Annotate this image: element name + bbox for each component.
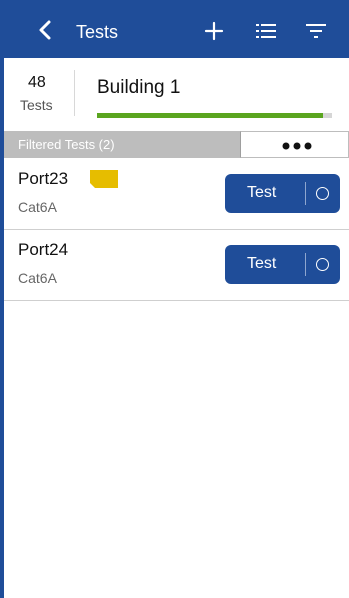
filter-label-box: Filtered Tests (2): [4, 131, 240, 158]
test-row[interactable]: Port24 Cat6A Test: [4, 230, 349, 301]
filter-bar: Filtered Tests (2): [4, 131, 349, 158]
test-button[interactable]: Test: [225, 174, 340, 213]
port-name: Port24: [18, 240, 69, 259]
add-icon[interactable]: [203, 20, 225, 42]
test-button-label: Test: [247, 255, 277, 272]
button-divider: [305, 253, 306, 276]
cable-type: Cat6A: [18, 199, 57, 215]
test-count-label: Tests: [20, 97, 53, 113]
cable-type: Cat6A: [18, 270, 57, 286]
summary-card[interactable]: 48 Tests Building 1: [4, 58, 349, 130]
progress-bar: [97, 113, 332, 118]
button-divider: [305, 182, 306, 205]
location-name: Building 1: [97, 77, 181, 98]
test-button[interactable]: Test: [225, 245, 340, 284]
more-button[interactable]: [240, 131, 349, 158]
status-circle-icon: [316, 187, 329, 200]
page-title: Tests: [76, 22, 119, 42]
port-name: Port23: [18, 169, 69, 188]
status-circle-icon: [316, 258, 329, 271]
top-bar: Tests: [0, 0, 349, 58]
more-horizontal-icon: [282, 142, 312, 150]
test-count: 48: [28, 74, 46, 91]
flag-tag-icon: [90, 170, 118, 188]
list-icon[interactable]: [255, 21, 277, 41]
test-button-label: Test: [247, 184, 277, 201]
progress-fill: [97, 113, 323, 118]
divider: [74, 70, 75, 116]
back-chevron-icon[interactable]: [34, 18, 58, 42]
app: Tests 48 Tests Building 1 Filtered Tests…: [0, 0, 349, 598]
filter-label: Filtered Tests (2): [18, 137, 115, 152]
test-row[interactable]: Port23 Cat6A Test: [4, 159, 349, 230]
filter-icon[interactable]: [305, 22, 327, 40]
